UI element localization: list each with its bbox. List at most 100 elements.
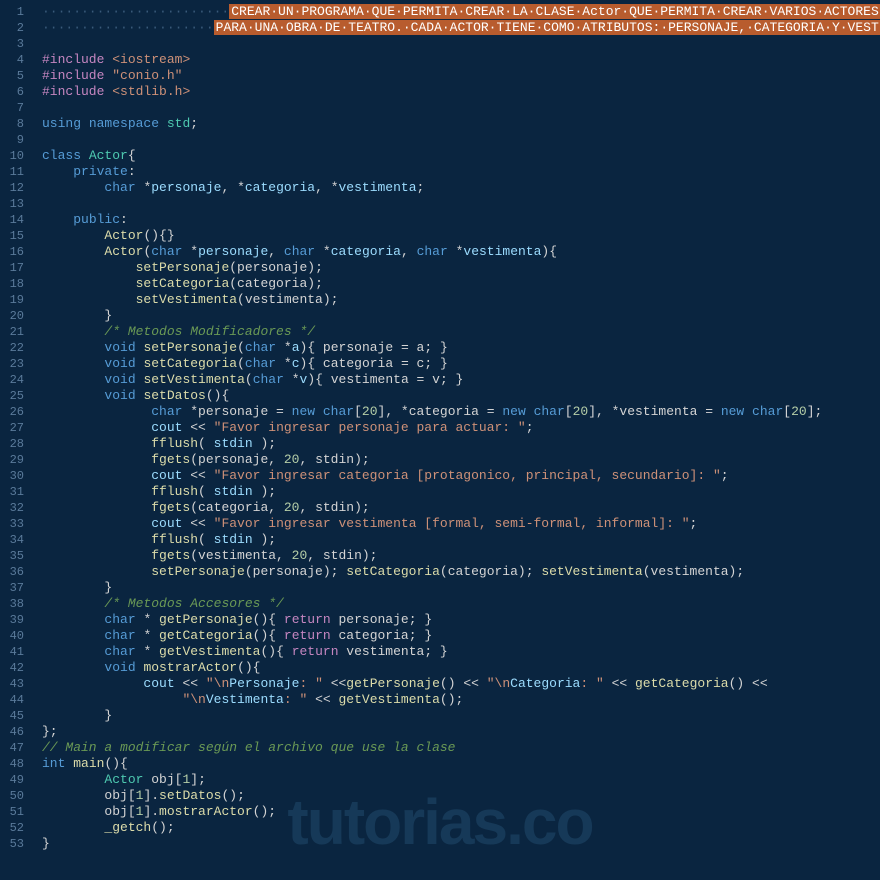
line-number: 33 <box>0 516 24 532</box>
line-number: 43 <box>0 676 24 692</box>
line-number: 13 <box>0 196 24 212</box>
code-line[interactable] <box>42 132 880 148</box>
code-line[interactable]: setVestimenta(vestimenta); <box>42 292 880 308</box>
line-number: 10 <box>0 148 24 164</box>
code-line[interactable]: char * getVestimenta(){ return vestiment… <box>42 644 880 660</box>
line-number: 8 <box>0 116 24 132</box>
line-number: 4 <box>0 52 24 68</box>
code-line[interactable]: class Actor{ <box>42 148 880 164</box>
line-number: 38 <box>0 596 24 612</box>
code-line[interactable]: setPersonaje(personaje); <box>42 260 880 276</box>
code-line[interactable]: void setPersonaje(char *a){ personaje = … <box>42 340 880 356</box>
line-number: 16 <box>0 244 24 260</box>
line-number: 28 <box>0 436 24 452</box>
line-number: 23 <box>0 356 24 372</box>
line-number: 50 <box>0 788 24 804</box>
line-number: 12 <box>0 180 24 196</box>
code-line[interactable]: Actor(char *personaje, char *categoria, … <box>42 244 880 260</box>
code-editor[interactable]: 1234567891011121314151617181920212223242… <box>0 0 880 880</box>
code-line[interactable]: fflush( stdin ); <box>42 532 880 548</box>
line-number: 32 <box>0 500 24 516</box>
line-number: 41 <box>0 644 24 660</box>
line-number: 11 <box>0 164 24 180</box>
line-number: 52 <box>0 820 24 836</box>
code-line[interactable]: obj[1].setDatos(); <box>42 788 880 804</box>
line-number: 37 <box>0 580 24 596</box>
code-line[interactable]: private: <box>42 164 880 180</box>
line-number-gutter: 1234567891011121314151617181920212223242… <box>0 0 32 880</box>
line-number: 15 <box>0 228 24 244</box>
code-line[interactable]: } <box>42 308 880 324</box>
line-number: 49 <box>0 772 24 788</box>
line-number: 6 <box>0 84 24 100</box>
code-line[interactable]: Actor obj[1]; <box>42 772 880 788</box>
code-area[interactable]: ························CREAR·UN·PROGRAM… <box>32 0 880 880</box>
code-line[interactable]: } <box>42 836 880 852</box>
code-line[interactable]: void setDatos(){ <box>42 388 880 404</box>
code-line[interactable]: Actor(){} <box>42 228 880 244</box>
code-line[interactable]: int main(){ <box>42 756 880 772</box>
line-number: 45 <box>0 708 24 724</box>
code-line[interactable]: fgets(vestimenta, 20, stdin); <box>42 548 880 564</box>
line-number: 22 <box>0 340 24 356</box>
code-line[interactable] <box>42 36 880 52</box>
line-number: 34 <box>0 532 24 548</box>
code-line[interactable]: }; <box>42 724 880 740</box>
line-number: 27 <box>0 420 24 436</box>
line-number: 42 <box>0 660 24 676</box>
code-line[interactable]: void mostrarActor(){ <box>42 660 880 676</box>
line-number: 48 <box>0 756 24 772</box>
line-number: 51 <box>0 804 24 820</box>
code-line[interactable]: setCategoria(categoria); <box>42 276 880 292</box>
code-line[interactable]: char *personaje = new char[20], *categor… <box>42 404 880 420</box>
line-number: 18 <box>0 276 24 292</box>
code-line[interactable]: #include "conio.h" <box>42 68 880 84</box>
code-line[interactable]: using namespace std; <box>42 116 880 132</box>
code-line[interactable]: ························CREAR·UN·PROGRAM… <box>42 4 880 20</box>
line-number: 40 <box>0 628 24 644</box>
code-line[interactable]: char *personaje, *categoria, *vestimenta… <box>42 180 880 196</box>
code-line[interactable]: char * getPersonaje(){ return personaje;… <box>42 612 880 628</box>
code-line[interactable]: /* Metodos Accesores */ <box>42 596 880 612</box>
line-number: 35 <box>0 548 24 564</box>
code-line[interactable]: cout << "\nPersonaje: " <<getPersonaje()… <box>42 676 880 692</box>
line-number: 14 <box>0 212 24 228</box>
code-line[interactable] <box>42 196 880 212</box>
line-number: 47 <box>0 740 24 756</box>
code-line[interactable]: void setVestimenta(char *v){ vestimenta … <box>42 372 880 388</box>
line-number: 53 <box>0 836 24 852</box>
code-line[interactable]: fflush( stdin ); <box>42 436 880 452</box>
code-line[interactable]: setPersonaje(personaje); setCategoria(ca… <box>42 564 880 580</box>
code-line[interactable]: // Main a modificar según el archivo que… <box>42 740 880 756</box>
code-line[interactable]: public: <box>42 212 880 228</box>
line-number: 7 <box>0 100 24 116</box>
code-line[interactable]: } <box>42 708 880 724</box>
code-line[interactable]: fgets(personaje, 20, stdin); <box>42 452 880 468</box>
code-line[interactable]: #include <stdlib.h> <box>42 84 880 100</box>
code-line[interactable] <box>42 100 880 116</box>
code-line[interactable]: cout << "Favor ingresar vestimenta [form… <box>42 516 880 532</box>
code-line[interactable]: /* Metodos Modificadores */ <box>42 324 880 340</box>
code-line[interactable]: _getch(); <box>42 820 880 836</box>
line-number: 29 <box>0 452 24 468</box>
line-number: 17 <box>0 260 24 276</box>
line-number: 1 <box>0 4 24 20</box>
code-line[interactable]: "\nVestimenta: " << getVestimenta(); <box>42 692 880 708</box>
code-line[interactable]: #include <iostream> <box>42 52 880 68</box>
code-line[interactable]: fflush( stdin ); <box>42 484 880 500</box>
line-number: 21 <box>0 324 24 340</box>
code-line[interactable]: void setCategoria(char *c){ categoria = … <box>42 356 880 372</box>
line-number: 5 <box>0 68 24 84</box>
code-line[interactable]: } <box>42 580 880 596</box>
code-line[interactable]: cout << "Favor ingresar categoria [prota… <box>42 468 880 484</box>
line-number: 39 <box>0 612 24 628</box>
code-line[interactable]: ······················PARA·UNA·OBRA·DE·T… <box>42 20 880 36</box>
code-line[interactable]: obj[1].mostrarActor(); <box>42 804 880 820</box>
code-line[interactable]: fgets(categoria, 20, stdin); <box>42 500 880 516</box>
code-line[interactable]: char * getCategoria(){ return categoria;… <box>42 628 880 644</box>
line-number: 24 <box>0 372 24 388</box>
line-number: 36 <box>0 564 24 580</box>
line-number: 9 <box>0 132 24 148</box>
line-number: 25 <box>0 388 24 404</box>
code-line[interactable]: cout << "Favor ingresar personaje para a… <box>42 420 880 436</box>
